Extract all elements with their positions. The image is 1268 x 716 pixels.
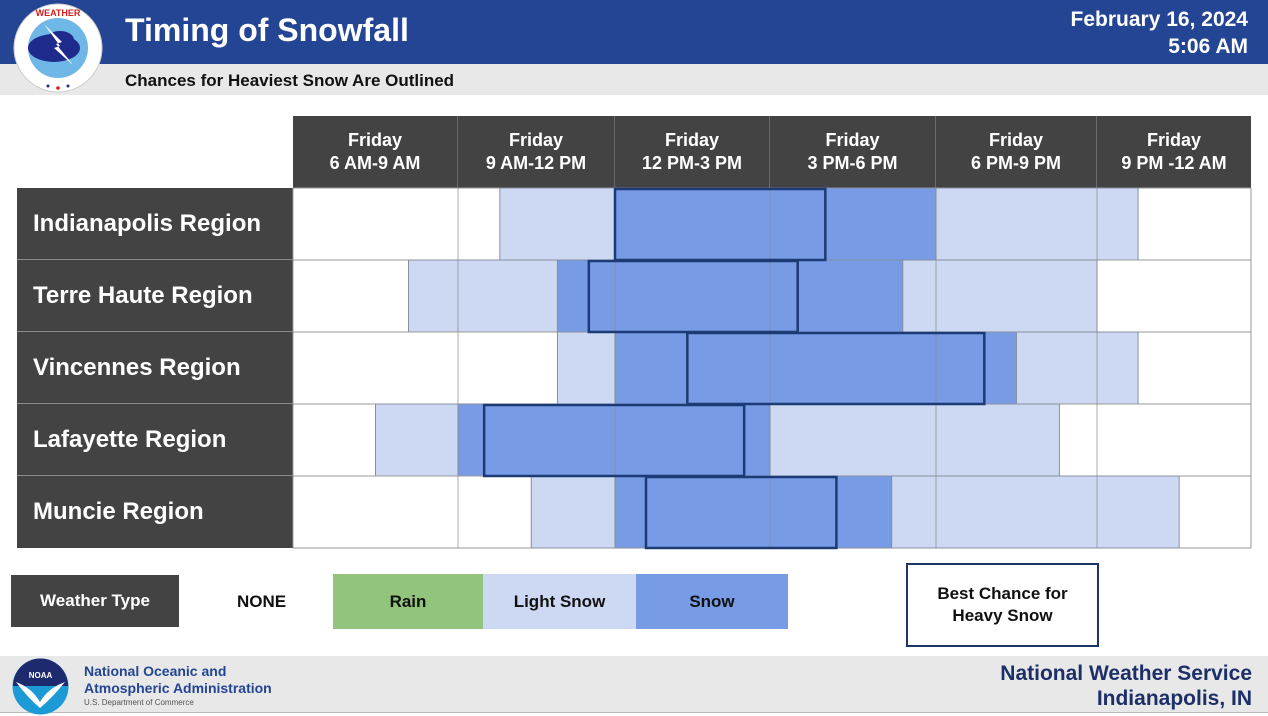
noaa-logo-icon: NOAA <box>12 658 69 715</box>
segment-snow <box>614 331 1017 405</box>
legend-outline-label: Best Chance for Heavy Snow <box>937 584 1068 625</box>
segment-snow <box>556 259 904 333</box>
noaa-department: U.S. Department of Commerce <box>84 698 194 707</box>
segment-light-snow <box>902 259 1098 333</box>
segment-light-snow <box>530 475 616 549</box>
nws-office-line2: Indianapolis, IN <box>1096 687 1252 710</box>
svg-text:NOAA: NOAA <box>29 671 53 680</box>
legend-none: NONE <box>190 574 333 629</box>
legend-snow: Snow <box>636 574 788 629</box>
segment-light-snow <box>769 403 1060 477</box>
segment-light-snow <box>1016 331 1139 405</box>
noaa-name-line2: Atmospheric Administration <box>84 680 272 696</box>
segment-light-snow <box>935 187 1139 261</box>
legend-title: Weather Type <box>11 575 179 627</box>
legend-light-snow: Light Snow <box>483 574 636 629</box>
segment-snow <box>614 187 937 261</box>
segment-light-snow <box>556 331 616 405</box>
legend-rain: Rain <box>333 574 483 629</box>
nws-office: National Weather Service Indianapolis, I… <box>1000 661 1252 711</box>
segment-snow <box>457 403 771 477</box>
segment-light-snow <box>499 187 616 261</box>
segment-light-snow <box>891 475 1180 549</box>
segment-light-snow <box>375 403 459 477</box>
segment-light-snow <box>408 259 558 333</box>
legend-best-chance-heavy-snow: Best Chance for Heavy Snow <box>906 563 1099 647</box>
noaa-name: National Oceanic and Atmospheric Adminis… <box>84 663 272 697</box>
noaa-name-line1: National Oceanic and <box>84 663 227 679</box>
nws-office-line1: National Weather Service <box>1000 662 1252 685</box>
segment-snow <box>614 475 893 549</box>
